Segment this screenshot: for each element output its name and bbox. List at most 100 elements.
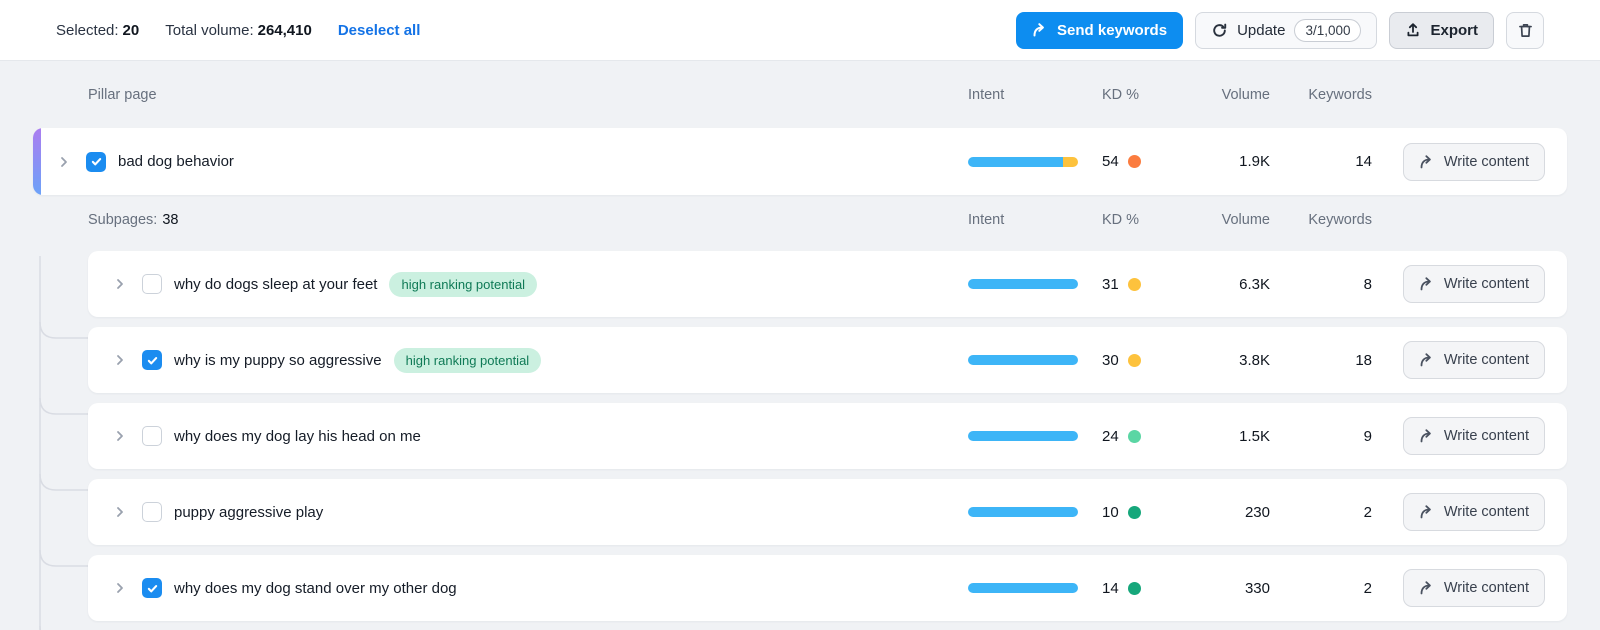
intent-column-header: Intent [962,87,1090,103]
kd-difficulty-dot [1128,278,1141,291]
total-volume-label: Total volume: [165,22,253,39]
subpage-row: puppy aggressive play 10 230 2 Write con… [88,479,1567,545]
keywords-count: 8 [1270,276,1372,293]
row-checkbox[interactable] [142,274,162,294]
pillar-page-title: bad dog behavior [118,153,234,170]
volume-value: 230 [1172,504,1270,521]
send-arrow-icon [1032,22,1048,38]
update-button[interactable]: Update 3/1,000 [1195,12,1377,49]
selected-count: Selected:20 [56,22,139,39]
toolbar: Selected:20 Total volume: 264,410 Deselec… [0,0,1600,61]
volume-value: 6.3K [1172,276,1270,293]
intent-bar [968,583,1078,593]
pillar-row: bad dog behavior 54 1.9K 14 Write conten… [33,128,1567,195]
delete-button[interactable] [1506,12,1544,49]
keywords-count: 18 [1270,352,1372,369]
volume-value: 3.8K [1172,352,1270,369]
row-checkbox[interactable] [142,350,162,370]
kd-column-header: KD % [1090,212,1172,228]
expand-chevron-icon[interactable] [112,276,128,292]
row-checkbox[interactable] [142,502,162,522]
intent-bar [968,431,1078,441]
write-content-label: Write content [1444,504,1529,520]
subpages-label: Subpages: [88,212,157,228]
kd-column-header: KD % [1090,87,1172,103]
pillar-page-column-header: Pillar page [88,87,157,103]
intent-bar [968,355,1078,365]
write-content-button[interactable]: Write content [1403,143,1545,181]
pillar-accent-bar [33,128,41,195]
volume-value: 1.9K [1172,153,1270,170]
write-content-arrow-icon [1419,428,1435,444]
subpage-title: why do dogs sleep at your feet [174,276,377,293]
volume-value: 330 [1172,580,1270,597]
kd-value: 10 [1102,504,1119,521]
row-checkbox[interactable] [142,578,162,598]
expand-chevron-icon[interactable] [112,352,128,368]
export-label: Export [1430,22,1478,39]
volume-column-header: Volume [1172,212,1270,228]
row-checkbox[interactable] [86,152,106,172]
write-content-button[interactable]: Write content [1403,493,1545,531]
keywords-column-header: Keywords [1270,212,1372,228]
expand-chevron-icon[interactable] [56,154,72,170]
write-content-arrow-icon [1419,504,1435,520]
intent-bar [968,157,1078,167]
kd-difficulty-dot [1128,430,1141,443]
intent-bar [968,507,1078,517]
expand-chevron-icon[interactable] [112,504,128,520]
deselect-all-link[interactable]: Deselect all [338,22,421,39]
write-content-label: Write content [1444,276,1529,292]
write-content-button[interactable]: Write content [1403,569,1545,607]
selected-label: Selected: [56,22,119,39]
pillar-table-header: Pillar page Intent KD % Volume Keywords [33,61,1567,128]
total-volume-value: 264,410 [258,22,312,39]
expand-chevron-icon[interactable] [112,428,128,444]
high-ranking-potential-badge: high ranking potential [389,272,537,297]
volume-column-header: Volume [1172,87,1270,103]
subpage-title: why does my dog lay his head on me [174,428,421,445]
keywords-column-header: Keywords [1270,87,1372,103]
trash-icon [1517,22,1534,39]
kd-difficulty-dot [1128,155,1141,168]
intent-column-header: Intent [962,212,1090,228]
write-content-arrow-icon [1419,352,1435,368]
expand-chevron-icon[interactable] [112,580,128,596]
write-content-button[interactable]: Write content [1403,417,1545,455]
write-content-label: Write content [1444,352,1529,368]
send-keywords-label: Send keywords [1057,22,1167,39]
export-button[interactable]: Export [1389,12,1494,49]
kd-value: 54 [1102,153,1119,170]
keywords-count: 2 [1270,580,1372,597]
subpage-row: why does my dog stand over my other dog … [88,555,1567,621]
subpage-title: puppy aggressive play [174,504,323,521]
selected-value: 20 [123,22,140,39]
subpage-row: why is my puppy so aggressive high ranki… [88,327,1567,393]
keyword-table: Pillar page Intent KD % Volume Keywords … [0,61,1600,621]
write-content-button[interactable]: Write content [1403,265,1545,303]
subpage-row: why does my dog lay his head on me 24 1.… [88,403,1567,469]
write-content-arrow-icon [1419,154,1435,170]
kd-value: 31 [1102,276,1119,293]
kd-difficulty-dot [1128,582,1141,595]
volume-value: 1.5K [1172,428,1270,445]
high-ranking-potential-badge: high ranking potential [394,348,542,373]
row-checkbox[interactable] [142,426,162,446]
refresh-icon [1211,22,1228,39]
write-content-button[interactable]: Write content [1403,341,1545,379]
send-keywords-button[interactable]: Send keywords [1016,12,1183,49]
keywords-count: 14 [1270,153,1372,170]
subpage-row: why do dogs sleep at your feet high rank… [88,251,1567,317]
subpages-header: Subpages: 38 Intent KD % Volume Keywords [88,195,1567,244]
subpage-title: why is my puppy so aggressive [174,352,382,369]
subpage-title: why does my dog stand over my other dog [174,580,457,597]
write-content-arrow-icon [1419,276,1435,292]
write-content-label: Write content [1444,154,1529,170]
kd-difficulty-dot [1128,354,1141,367]
keywords-count: 9 [1270,428,1372,445]
update-label: Update [1237,22,1285,39]
kd-value: 14 [1102,580,1119,597]
keywords-count: 2 [1270,504,1372,521]
intent-bar [968,279,1078,289]
update-counter-badge: 3/1,000 [1294,19,1361,42]
